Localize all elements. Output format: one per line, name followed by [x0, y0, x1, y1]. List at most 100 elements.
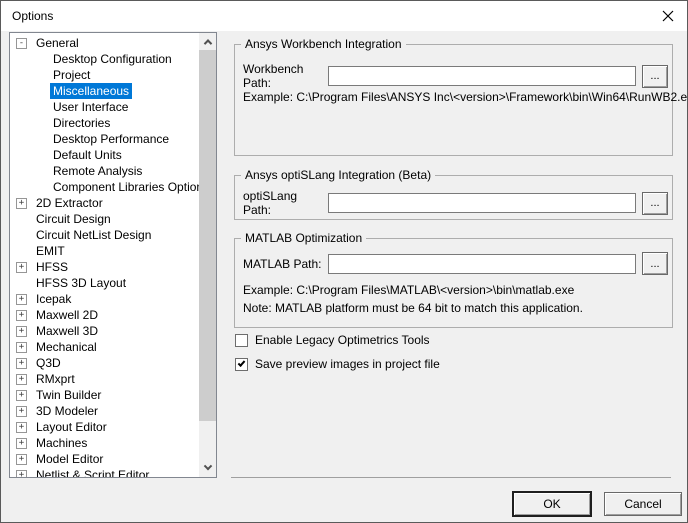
checkmark-icon — [238, 359, 246, 367]
collapse-icon[interactable]: - — [16, 38, 27, 49]
expand-icon[interactable]: + — [16, 454, 27, 465]
expand-icon[interactable]: + — [16, 470, 27, 478]
tree-item[interactable]: Desktop Configuration — [10, 51, 199, 67]
tree-item-label: Q3D — [33, 355, 64, 371]
tree-item[interactable]: -General — [10, 35, 199, 51]
tree-item[interactable]: +2D Extractor — [10, 195, 199, 211]
tree-item[interactable]: +Netlist & Script Editor — [10, 467, 199, 477]
expand-icon[interactable]: + — [16, 422, 27, 433]
tree-item[interactable]: + Icepak — [10, 291, 199, 307]
scroll-down-icon[interactable] — [199, 460, 216, 477]
workbench-example-text: Example: C:\Program Files\ANSYS Inc\<ver… — [243, 90, 688, 104]
tree-item-label: Circuit NetList Design — [33, 227, 154, 243]
expand-icon[interactable]: + — [16, 374, 27, 385]
tree-item-label: Machines — [33, 435, 90, 451]
checkbox-box[interactable] — [235, 334, 248, 347]
tree-item-label: EMIT — [33, 243, 68, 259]
expand-icon[interactable]: + — [16, 358, 27, 369]
tree-scrollbar[interactable] — [199, 33, 216, 477]
expand-icon[interactable]: + — [16, 326, 27, 337]
matlab-path-input[interactable] — [328, 254, 636, 274]
tree-item-label: HFSS 3D Layout — [33, 275, 129, 291]
expand-icon[interactable]: + — [16, 198, 27, 209]
expand-icon[interactable]: + — [16, 406, 27, 417]
workbench-path-label: Workbench Path: — [243, 62, 328, 90]
tree-item[interactable]: Directories — [10, 115, 199, 131]
tree-item[interactable]: + RMxprt — [10, 371, 199, 387]
options-category-tree: -GeneralDesktop ConfigurationProjectMisc… — [9, 32, 217, 478]
window-title: Options — [12, 1, 53, 31]
workbench-browse-button[interactable]: ... — [642, 65, 668, 88]
group-title: Ansys Workbench Integration — [241, 37, 406, 51]
save-preview-images-checkbox[interactable]: Save preview images in project file — [235, 357, 440, 371]
tree-item[interactable]: + Q3D — [10, 355, 199, 371]
expand-icon[interactable]: + — [16, 390, 27, 401]
workbench-path-input[interactable] — [328, 66, 636, 86]
tree-item[interactable]: Component Libraries Options — [10, 179, 199, 195]
tree-item[interactable]: Circuit Design — [10, 211, 199, 227]
enable-legacy-optimetrics-checkbox[interactable]: Enable Legacy Optimetrics Tools — [235, 333, 430, 347]
tree-item-label: Desktop Configuration — [50, 51, 175, 67]
tree-item-label: 3D Modeler — [33, 403, 101, 419]
group-title: MATLAB Optimization — [241, 231, 366, 245]
button-separator — [231, 477, 671, 478]
expand-icon[interactable]: + — [16, 310, 27, 321]
tree-item[interactable]: + Twin Builder — [10, 387, 199, 403]
tree-item-label: Maxwell 2D — [33, 307, 101, 323]
tree-rows: -GeneralDesktop ConfigurationProjectMisc… — [10, 35, 199, 477]
close-icon[interactable] — [662, 10, 674, 22]
optislang-path-input[interactable] — [328, 193, 636, 213]
scrollbar-thumb[interactable] — [199, 50, 216, 421]
tree-item-label: Mechanical — [33, 339, 100, 355]
tree-item[interactable]: Remote Analysis — [10, 163, 199, 179]
expand-icon[interactable]: + — [16, 438, 27, 449]
cancel-button[interactable]: Cancel — [604, 492, 682, 516]
tree-item[interactable]: Miscellaneous — [10, 83, 199, 99]
tree-item[interactable]: EMIT — [10, 243, 199, 259]
tree-item[interactable]: Default Units — [10, 147, 199, 163]
tree-item[interactable]: Desktop Performance — [10, 131, 199, 147]
tree-item-label: RMxprt — [33, 371, 78, 387]
tree-item[interactable]: + Layout Editor — [10, 419, 199, 435]
tree-item-label: Project — [50, 67, 93, 83]
tree-item-label: Component Libraries Options — [50, 179, 199, 195]
tree-item[interactable]: Circuit NetList Design — [10, 227, 199, 243]
ok-button[interactable]: OK — [513, 492, 591, 516]
tree-item-label: 2D Extractor — [33, 195, 106, 211]
matlab-path-label: MATLAB Path: — [243, 257, 328, 271]
matlab-path-row: MATLAB Path: ... — [243, 252, 668, 275]
tree-item-label: Layout Editor — [33, 419, 110, 435]
matlab-browse-button[interactable]: ... — [642, 252, 668, 275]
matlab-example-text: Example: C:\Program Files\MATLAB\<versio… — [243, 283, 574, 297]
tree-item[interactable]: + Model Editor — [10, 451, 199, 467]
tree-item[interactable]: Project — [10, 67, 199, 83]
matlab-note-text: Note: MATLAB platform must be 64 bit to … — [243, 301, 583, 315]
tree-item-label: Default Units — [50, 147, 125, 163]
tree-item-label: Model Editor — [33, 451, 106, 467]
tree-item[interactable]: +3D Modeler — [10, 403, 199, 419]
expand-icon[interactable]: + — [16, 294, 27, 305]
tree-item-label: Circuit Design — [33, 211, 114, 227]
checkbox-box[interactable] — [235, 358, 248, 371]
tree-item[interactable]: + Maxwell 3D — [10, 323, 199, 339]
tree-item[interactable]: User Interface — [10, 99, 199, 115]
checkbox-label: Enable Legacy Optimetrics Tools — [255, 333, 430, 347]
titlebar: Options — [1, 1, 687, 31]
scroll-up-icon[interactable] — [199, 33, 216, 50]
tree-item-label: Twin Builder — [33, 387, 104, 403]
tree-item[interactable]: HFSS 3D Layout — [10, 275, 199, 291]
tree-item-label: Directories — [50, 115, 113, 131]
checkbox-label: Save preview images in project file — [255, 357, 440, 371]
tree-item[interactable]: + Machines — [10, 435, 199, 451]
matlab-optimization-group: MATLAB Optimization MATLAB Path: ... Exa… — [234, 238, 673, 328]
tree-item[interactable]: + Maxwell 2D — [10, 307, 199, 323]
expand-icon[interactable]: + — [16, 342, 27, 353]
optislang-integration-group: Ansys optiSLang Integration (Beta) optiS… — [234, 175, 673, 220]
tree-item[interactable]: + Mechanical — [10, 339, 199, 355]
optislang-browse-button[interactable]: ... — [642, 192, 668, 215]
tree-item[interactable]: +HFSS — [10, 259, 199, 275]
workbench-integration-group: Ansys Workbench Integration Workbench Pa… — [234, 44, 673, 156]
tree-item-label: Icepak — [33, 291, 74, 307]
expand-icon[interactable]: + — [16, 262, 27, 273]
tree-item-label: Maxwell 3D — [33, 323, 101, 339]
